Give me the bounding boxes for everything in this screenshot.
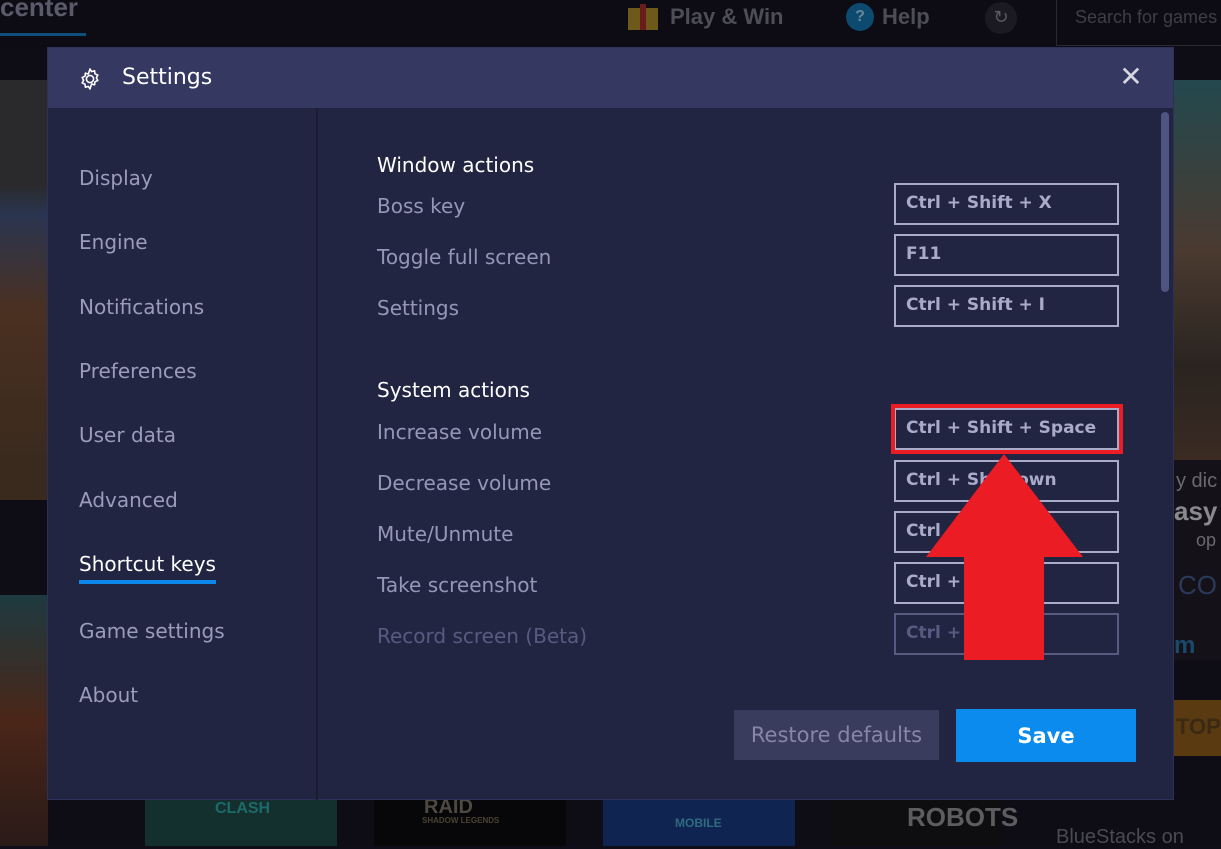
gift-icon <box>626 2 662 32</box>
game-tile-art-of-conquest-2[interactable] <box>0 595 48 846</box>
row-label-mute-unmute: Mute/Unmute <box>377 522 513 546</box>
sidebar-item-engine[interactable]: Engine <box>79 230 148 254</box>
restore-defaults-button[interactable]: Restore defaults <box>734 710 939 760</box>
top-bar: center Play & Win ? Help ↻ Search for ga… <box>0 0 1221 48</box>
section-title-system-actions: System actions <box>377 378 530 402</box>
shortcut-input-decrease-volume[interactable]: Ctrl + Shi Down <box>894 460 1119 502</box>
shortcut-input-take-screenshot[interactable]: Ctrl + S <box>894 562 1119 604</box>
ad-top-button[interactable]: TOP <box>1174 700 1221 756</box>
play-win-label: Play & Win <box>670 4 784 30</box>
shortcut-input-settings[interactable]: Ctrl + Shift + I <box>894 285 1119 327</box>
refresh-icon[interactable]: ↻ <box>985 2 1017 34</box>
sidebar-item-shortcut-keys[interactable]: Shortcut keys <box>79 552 216 576</box>
clash-text: CLASH <box>215 800 270 818</box>
ad-line: asy <box>1174 496 1217 527</box>
robots-text: ROBOTS <box>907 802 1018 833</box>
shortcut-input-increase-volume[interactable]: Ctrl + Shift + Space <box>894 408 1119 450</box>
play-win-link[interactable]: Play & Win <box>626 2 784 32</box>
dialog-title: Settings <box>122 65 212 90</box>
brand-text: center <box>0 0 78 23</box>
ad-line: op <box>1196 530 1216 551</box>
shortcut-keys-panel: Window actions Boss key Ctrl + Shift + X… <box>320 108 1160 800</box>
ad-line: y dic <box>1176 470 1217 493</box>
gear-icon <box>78 67 102 91</box>
section-title-window-actions: Window actions <box>377 153 534 177</box>
ad-line: CO <box>1178 570 1217 601</box>
sidebar-item-notifications[interactable]: Notifications <box>79 295 204 319</box>
row-label-toggle-full-screen: Toggle full screen <box>377 245 551 269</box>
ad-top-label: TOP <box>1176 714 1221 740</box>
row-label-take-screenshot: Take screenshot <box>377 573 537 597</box>
ad-line: m <box>1174 632 1195 660</box>
row-label-increase-volume: Increase volume <box>377 420 542 444</box>
raid-subtext: SHADOW LEGENDS <box>422 816 499 825</box>
game-tile-raid[interactable]: RAID SHADOW LEGENDS <box>374 800 566 846</box>
settings-dialog: Settings ✕ Display Engine Notifications … <box>47 47 1174 800</box>
sidebar-item-user-data[interactable]: User data <box>79 423 176 447</box>
lords-text: MOBILE <box>675 816 722 830</box>
scrollbar[interactable] <box>1158 108 1172 800</box>
sidebar-item-preferences[interactable]: Preferences <box>79 359 197 383</box>
game-tile-lords-mobile[interactable]: MOBILE <box>603 800 795 846</box>
shortcut-input-record-screen[interactable]: Ctrl + S <box>894 613 1119 655</box>
brand-tab-underline <box>0 33 86 36</box>
shortcut-input-mute-unmute[interactable]: Ctrl <box>894 511 1119 553</box>
save-button[interactable]: Save <box>956 709 1136 762</box>
sidebar-item-about[interactable]: About <box>79 683 138 707</box>
shortcut-input-toggle-full-screen[interactable]: F11 <box>894 234 1119 276</box>
ad-banner-text: y dic asy op CO m <box>1174 460 1221 660</box>
dialog-header: Settings ✕ <box>48 48 1173 108</box>
settings-sidebar: Display Engine Notifications Preferences… <box>48 108 318 800</box>
sidebar-item-display[interactable]: Display <box>79 166 153 190</box>
row-label-settings: Settings <box>377 296 459 320</box>
game-tile-clash[interactable]: CLASH <box>145 800 337 846</box>
game-tile-art-of-conquest[interactable] <box>0 80 48 500</box>
row-label-boss-key: Boss key <box>377 194 465 218</box>
row-label-record-screen: Record screen (Beta) <box>377 624 587 648</box>
help-icon: ? <box>846 3 874 31</box>
scrollbar-thumb[interactable] <box>1161 112 1169 292</box>
row-label-decrease-volume: Decrease volume <box>377 471 551 495</box>
help-link[interactable]: ? Help <box>846 2 930 32</box>
ad-banner[interactable] <box>1174 80 1221 460</box>
search-input[interactable]: Search for games <box>1056 0 1221 46</box>
close-icon[interactable]: ✕ <box>1116 62 1146 92</box>
sidebar-item-game-settings[interactable]: Game settings <box>79 619 225 643</box>
sidebar-item-advanced[interactable]: Advanced <box>79 488 178 512</box>
game-tile-robots[interactable]: ROBOTS <box>832 800 1002 846</box>
shortcut-input-boss-key[interactable]: Ctrl + Shift + X <box>894 183 1119 225</box>
help-label: Help <box>882 4 930 30</box>
